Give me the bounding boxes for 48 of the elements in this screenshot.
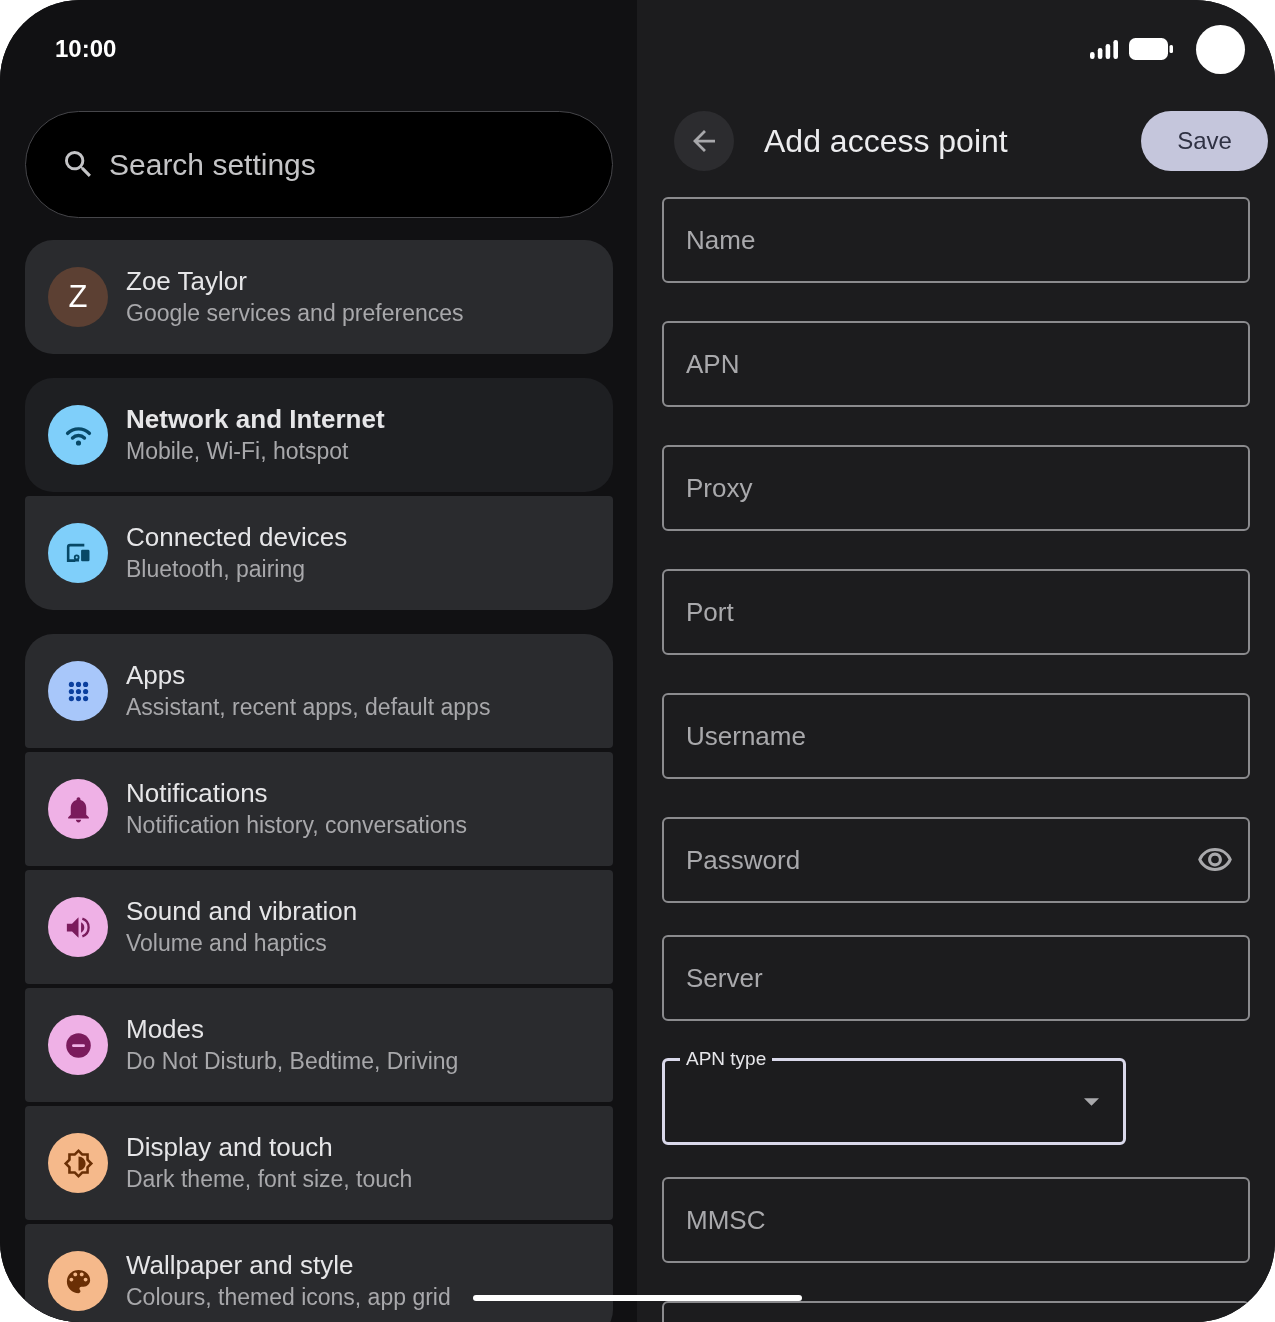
page-title: Add access point xyxy=(764,122,1009,160)
settings-item[interactable]: Sound and vibration Volume and haptics xyxy=(25,870,613,984)
item-subtitle: Google services and preferences xyxy=(126,299,464,328)
item-subtitle: Notification history, conversations xyxy=(126,811,467,840)
avatar: Z xyxy=(48,267,108,327)
settings-item[interactable]: Wallpaper and style Colours, themed icons, app grid xyxy=(25,1224,613,1322)
item-title: Modes xyxy=(126,1013,206,1046)
input-field[interactable]: Server xyxy=(662,935,1250,1021)
settings-item[interactable]: Apps Assistant, recent apps, default apps xyxy=(25,634,613,748)
input-field[interactable]: APN xyxy=(662,321,1250,407)
item-title: Network and Internet xyxy=(126,403,385,436)
input-field[interactable]: Port xyxy=(662,569,1250,655)
field-label: APN type xyxy=(685,1048,768,1070)
item-subtitle: Mobile, Wi-Fi, hotspot xyxy=(126,437,350,466)
item-subtitle: Bluetooth, pairing xyxy=(126,555,306,584)
settings-item[interactable]: Network and Internet Mobile, Wi-Fi, hotspot xyxy=(25,378,613,492)
item-subtitle: Do Not Disturb, Bedtime, Driving xyxy=(126,1047,459,1076)
item-title: Notifications xyxy=(126,777,269,810)
input-field[interactable]: Name xyxy=(662,197,1250,283)
save-button[interactable]: Save xyxy=(1141,111,1268,171)
password-field[interactable]: Password xyxy=(662,817,1250,903)
item-title: Connected devices xyxy=(126,521,348,554)
settings-item[interactable]: Display and touch Dark theme, font size, touch xyxy=(25,1106,613,1220)
clock: 10:00 xyxy=(55,35,117,63)
caret-down-icon xyxy=(1084,1098,1099,1106)
eye-icon[interactable] xyxy=(1198,848,1232,871)
item-title: Display and touch xyxy=(126,1131,334,1164)
item-title: Wallpaper and style xyxy=(126,1249,355,1282)
search-icon xyxy=(65,151,91,177)
item-subtitle: Volume and haptics xyxy=(126,929,328,958)
signal-icon xyxy=(1090,39,1118,59)
circle-icon xyxy=(1196,24,1245,74)
input-field[interactable]: MMSC xyxy=(662,1177,1250,1263)
item-subtitle: Colours, themed icons, app grid xyxy=(126,1283,451,1312)
input-field[interactable]: Username xyxy=(662,693,1250,779)
settings-item[interactable]: Z Zoe Taylor Google services and preferences xyxy=(25,240,613,354)
battery-icon xyxy=(1129,38,1173,60)
item-title: Zoe Taylor xyxy=(126,265,248,298)
arrow-left-icon xyxy=(693,130,715,152)
settings-item[interactable]: Notifications Notification history, conversations xyxy=(25,752,613,866)
settings-item[interactable]: Connected devices Bluetooth, pairing xyxy=(25,496,613,610)
search-field[interactable]: Search settings xyxy=(25,111,613,218)
item-title: Apps xyxy=(126,659,187,692)
item-title: Sound and vibration xyxy=(126,895,358,928)
input-field[interactable]: Proxy xyxy=(662,445,1250,531)
item-subtitle: Assistant, recent apps, default apps xyxy=(126,693,491,722)
item-subtitle: Dark theme, font size, touch xyxy=(126,1165,413,1194)
settings-item[interactable]: Modes Do Not Disturb, Bedtime, Driving xyxy=(25,988,613,1102)
